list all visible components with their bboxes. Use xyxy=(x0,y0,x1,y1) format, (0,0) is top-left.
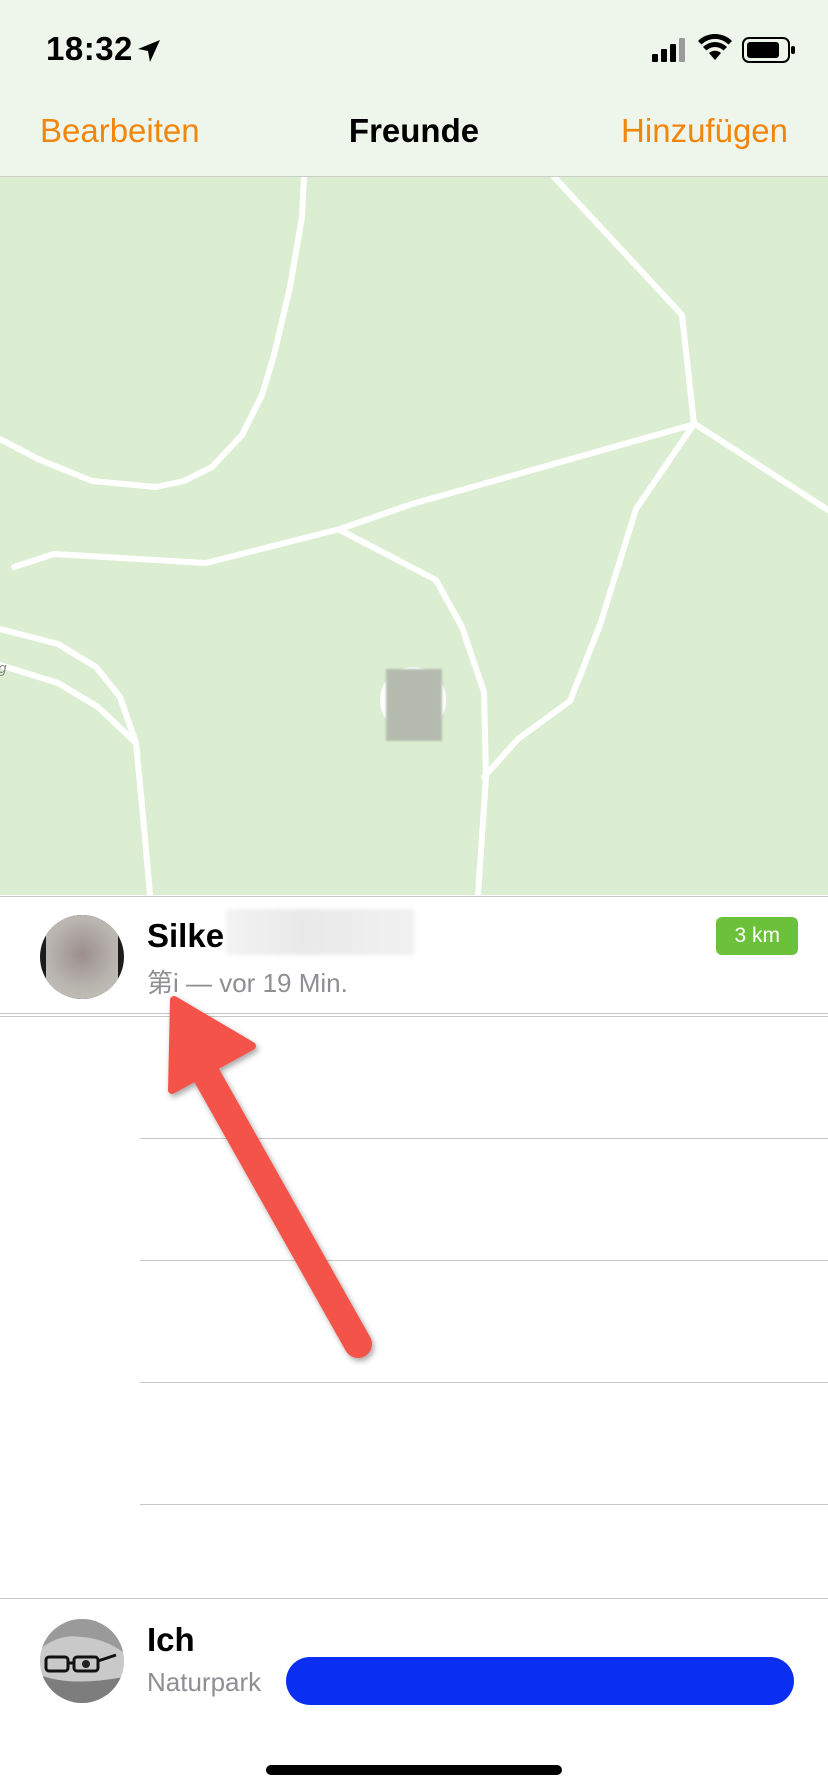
add-friend-button[interactable]: Hinzufügen xyxy=(621,112,788,150)
battery-icon xyxy=(742,37,795,63)
empty-row-separator xyxy=(140,1138,828,1139)
navigation-header: 18:32 Bearbeiten Freunde Hinzufügen xyxy=(0,0,828,177)
list-divider xyxy=(0,1016,828,1017)
my-avatar-photo xyxy=(40,1619,124,1703)
empty-row-separator xyxy=(140,1504,828,1505)
status-time: 18:32 xyxy=(46,30,133,67)
friend-avatar-photo xyxy=(46,915,118,999)
distance-badge: 3 km xyxy=(716,917,798,955)
location-arrow-icon xyxy=(138,40,160,62)
map-view[interactable]: g xyxy=(0,177,828,895)
home-indicator[interactable] xyxy=(266,1765,562,1775)
map-roads: g xyxy=(0,177,828,895)
my-name: Ich xyxy=(147,1621,195,1658)
my-location-row[interactable]: Ich Naturpark xyxy=(0,1598,828,1723)
redacted-address xyxy=(286,1657,794,1705)
empty-row-separator xyxy=(140,1260,828,1261)
friend-map-pin[interactable] xyxy=(386,669,442,741)
my-avatar xyxy=(40,1619,124,1703)
friend-list-item[interactable]: Silke 第i — vor 19 Min. 3 km xyxy=(0,896,828,1014)
find-friends-screen: 18:32 Bearbeiten Freunde Hinzufügen Silk… xyxy=(0,0,828,1792)
friend-name: Silke xyxy=(147,917,225,954)
empty-row-separator xyxy=(140,1382,828,1383)
my-location: Naturpark xyxy=(147,1667,262,1697)
map-street-label: g xyxy=(0,661,7,677)
friend-location-time: 第i — vor 19 Min. xyxy=(147,968,348,998)
friend-avatar xyxy=(40,915,124,999)
redacted-surname xyxy=(226,909,414,955)
wifi-icon xyxy=(698,34,732,60)
cellular-signal-icon xyxy=(652,38,685,62)
